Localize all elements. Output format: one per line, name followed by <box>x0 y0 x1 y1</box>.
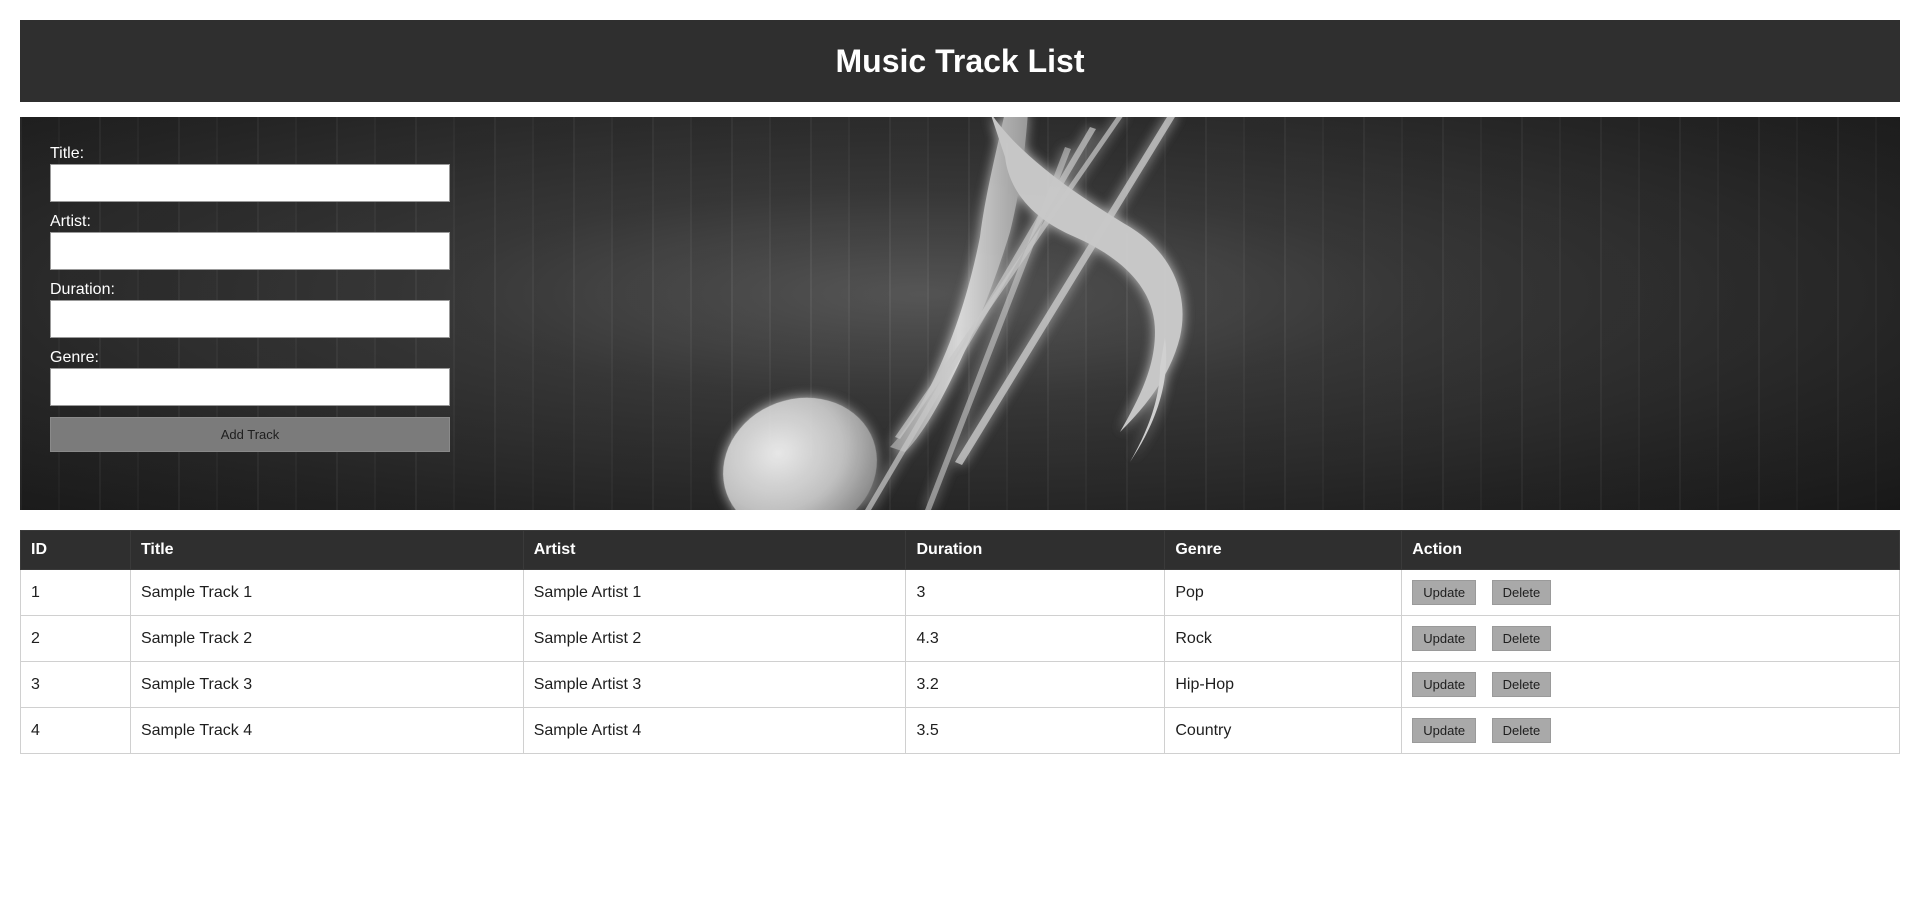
cell-action: Update Delete <box>1401 569 1900 616</box>
cell-id: 3 <box>20 661 131 708</box>
title-label: Title: <box>50 145 85 162</box>
update-button[interactable]: Update <box>1412 672 1477 697</box>
table-header-row: ID Title Artist Duration Genre Action <box>20 530 1900 570</box>
duration-label: Duration: <box>50 281 115 298</box>
column-header-artist: Artist <box>522 530 907 570</box>
genre-label: Genre: <box>50 349 99 366</box>
table-row: 2 Sample Track 2 Sample Artist 2 4.3 Roc… <box>20 615 1900 662</box>
cell-artist: Sample Artist 2 <box>522 615 907 662</box>
cell-action: Update Delete <box>1401 707 1900 754</box>
banner: Title: Artist: Duration: Genre: Add Trac… <box>20 117 1900 510</box>
cell-action: Update Delete <box>1401 661 1900 708</box>
add-track-button[interactable]: Add Track <box>50 417 450 452</box>
table-row: 4 Sample Track 4 Sample Artist 4 3.5 Cou… <box>20 707 1900 754</box>
cell-title: Sample Track 4 <box>129 707 524 754</box>
cell-genre: Rock <box>1164 615 1403 662</box>
cell-title: Sample Track 3 <box>129 661 524 708</box>
page-title: Music Track List <box>835 42 1085 79</box>
column-header-genre: Genre <box>1164 530 1403 570</box>
update-button[interactable]: Update <box>1412 580 1477 605</box>
table-row: 1 Sample Track 1 Sample Artist 1 3 Pop U… <box>20 569 1900 616</box>
cell-id: 4 <box>20 707 131 754</box>
delete-button[interactable]: Delete <box>1491 626 1552 651</box>
cell-duration: 3.5 <box>905 707 1166 754</box>
column-header-id: ID <box>20 530 131 570</box>
update-button[interactable]: Update <box>1412 718 1477 743</box>
delete-button[interactable]: Delete <box>1491 718 1552 743</box>
cell-genre: Pop <box>1164 569 1403 616</box>
column-header-action: Action <box>1401 530 1900 570</box>
cell-duration: 4.3 <box>905 615 1166 662</box>
column-header-title: Title <box>129 530 524 570</box>
cell-duration: 3.2 <box>905 661 1166 708</box>
page-header: Music Track List <box>20 20 1900 102</box>
cell-title: Sample Track 2 <box>129 615 524 662</box>
cell-genre: Hip-Hop <box>1164 661 1403 708</box>
artist-label: Artist: <box>50 213 91 230</box>
update-button[interactable]: Update <box>1412 626 1477 651</box>
title-input[interactable] <box>50 164 450 202</box>
genre-input[interactable] <box>50 368 450 406</box>
cell-duration: 3 <box>905 569 1166 616</box>
cell-artist: Sample Artist 1 <box>522 569 907 616</box>
cell-genre: Country <box>1164 707 1403 754</box>
column-header-duration: Duration <box>905 530 1166 570</box>
cell-id: 2 <box>20 615 131 662</box>
table-row: 3 Sample Track 3 Sample Artist 3 3.2 Hip… <box>20 661 1900 708</box>
delete-button[interactable]: Delete <box>1491 672 1552 697</box>
cell-action: Update Delete <box>1401 615 1900 662</box>
cell-artist: Sample Artist 4 <box>522 707 907 754</box>
cell-id: 1 <box>20 569 131 616</box>
tracks-table: ID Title Artist Duration Genre Action 1 … <box>20 530 1900 754</box>
add-track-form: Title: Artist: Duration: Genre: Add Trac… <box>50 145 450 452</box>
duration-input[interactable] <box>50 300 450 338</box>
page: Music Track List Title: Artist: Duration… <box>0 0 1921 920</box>
cell-artist: Sample Artist 3 <box>522 661 907 708</box>
artist-input[interactable] <box>50 232 450 270</box>
delete-button[interactable]: Delete <box>1491 580 1552 605</box>
cell-title: Sample Track 1 <box>129 569 524 616</box>
